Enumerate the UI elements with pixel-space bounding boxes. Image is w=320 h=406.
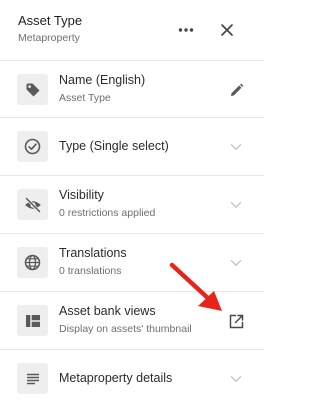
- panel-header: Asset Type Metaproperty: [0, 0, 264, 60]
- row-name-sub: Asset Type: [59, 92, 111, 104]
- row-type-icon-tile: [17, 131, 48, 162]
- open-in-new-icon: [229, 314, 243, 328]
- row-translations-label: Translations: [59, 246, 127, 260]
- row-translations-expand[interactable]: [224, 251, 248, 275]
- close-icon: [221, 24, 233, 36]
- edit-name-button[interactable]: [224, 78, 248, 102]
- row-translations-icon-tile: [17, 247, 48, 278]
- row-visibility-sub: 0 restrictions applied: [59, 207, 156, 219]
- row-metaproperty-details-label: Metaproperty details: [59, 371, 173, 385]
- open-asset-bank-views-button[interactable]: [224, 309, 248, 333]
- row-asset-bank-views[interactable]: Asset bank views Display on assets' thum…: [0, 292, 264, 350]
- panel-title: Asset Type: [18, 13, 83, 28]
- row-name-icon-tile: [17, 74, 48, 105]
- row-metaproperty-details-expand[interactable]: [224, 367, 248, 391]
- eye-off-icon: [24, 196, 41, 213]
- pencil-icon: [230, 83, 243, 96]
- row-asset-bank-views-icon-tile: [17, 305, 48, 336]
- more-horizontal-icon: [178, 28, 194, 32]
- chevron-down-icon: [230, 202, 242, 208]
- close-button[interactable]: [215, 18, 239, 42]
- row-type-label: Type (Single select): [59, 139, 169, 153]
- row-visibility[interactable]: Visibility 0 restrictions applied: [0, 176, 264, 234]
- row-asset-bank-views-label: Asset bank views: [59, 304, 156, 318]
- row-metaproperty-details-icon-tile: [17, 363, 48, 394]
- chevron-down-icon: [230, 144, 242, 150]
- globe-icon: [24, 254, 41, 271]
- chevron-down-icon: [230, 260, 242, 266]
- row-name-label: Name (English): [59, 73, 146, 87]
- row-type[interactable]: Type (Single select): [0, 118, 264, 176]
- metaproperty-panel: Asset Type Metaproperty Name (English) A…: [0, 0, 264, 406]
- panel-subtitle: Metaproperty: [18, 32, 80, 44]
- row-translations-sub: 0 translations: [59, 265, 122, 277]
- check-circle-icon: [24, 138, 41, 155]
- row-visibility-icon-tile: [17, 189, 48, 220]
- more-options-button[interactable]: [174, 18, 198, 42]
- row-type-expand[interactable]: [224, 135, 248, 159]
- row-metaproperty-details[interactable]: Metaproperty details: [0, 350, 264, 406]
- row-asset-bank-views-sub: Display on assets' thumbnail: [59, 323, 192, 335]
- row-name[interactable]: Name (English) Asset Type: [0, 60, 264, 118]
- tag-icon: [26, 83, 39, 96]
- row-visibility-expand[interactable]: [224, 193, 248, 217]
- lines-icon: [26, 373, 39, 384]
- row-visibility-label: Visibility: [59, 188, 104, 202]
- chevron-down-icon: [230, 376, 242, 382]
- layout-icon: [25, 314, 40, 327]
- row-translations[interactable]: Translations 0 translations: [0, 234, 264, 292]
